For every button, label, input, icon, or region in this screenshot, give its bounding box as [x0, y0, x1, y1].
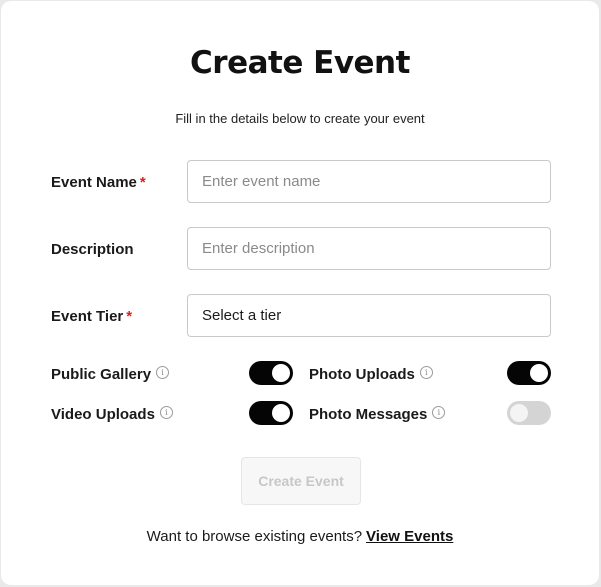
video-uploads-label: Video Uploads i	[51, 406, 173, 423]
description-label-text: Description	[51, 241, 134, 258]
info-icon[interactable]: i	[432, 406, 446, 419]
toggle-knob	[510, 404, 528, 422]
footer-prompt: Want to browse existing events?	[146, 528, 363, 545]
toggle-knob	[272, 364, 290, 382]
create-event-button[interactable]: Create Event	[241, 457, 361, 505]
description-input[interactable]	[187, 227, 551, 270]
footer: Want to browse existing events? View Even…	[1, 528, 599, 545]
photo-uploads-label: Photo Uploads i	[309, 366, 433, 383]
event-name-label: Event Name *	[51, 174, 146, 191]
photo-messages-toggle[interactable]	[507, 401, 551, 425]
description-label: Description	[51, 241, 134, 258]
event-tier-selected-value: Select a tier	[202, 307, 282, 324]
page-subtitle: Fill in the details below to create your…	[175, 111, 425, 126]
photo-uploads-toggle[interactable]	[507, 361, 551, 385]
photo-messages-label-text: Photo Messages	[309, 406, 428, 423]
toggle-knob	[272, 404, 290, 422]
event-name-label-text: Event Name	[51, 174, 137, 191]
video-uploads-label-text: Video Uploads	[51, 406, 155, 423]
toggle-knob	[530, 364, 548, 382]
page-title: Create Event	[190, 45, 410, 81]
event-tier-label: Event Tier *	[51, 308, 132, 325]
event-tier-select[interactable]: Select a tier	[187, 294, 551, 337]
info-icon[interactable]: i	[156, 366, 170, 379]
photo-uploads-label-text: Photo Uploads	[309, 366, 415, 383]
required-marker: *	[126, 308, 133, 325]
event-name-input[interactable]	[187, 160, 551, 203]
public-gallery-toggle[interactable]	[249, 361, 293, 385]
required-marker: *	[139, 174, 146, 191]
info-icon[interactable]: i	[419, 366, 433, 379]
photo-messages-label: Photo Messages i	[309, 406, 446, 423]
create-event-card: Create Event Fill in the details below t…	[1, 1, 599, 585]
public-gallery-label: Public Gallery i	[51, 366, 170, 383]
public-gallery-label-text: Public Gallery	[51, 366, 152, 383]
video-uploads-toggle[interactable]	[249, 401, 293, 425]
view-events-link[interactable]: View Events	[366, 528, 453, 545]
info-icon[interactable]: i	[159, 406, 173, 419]
event-tier-label-text: Event Tier	[51, 308, 124, 325]
